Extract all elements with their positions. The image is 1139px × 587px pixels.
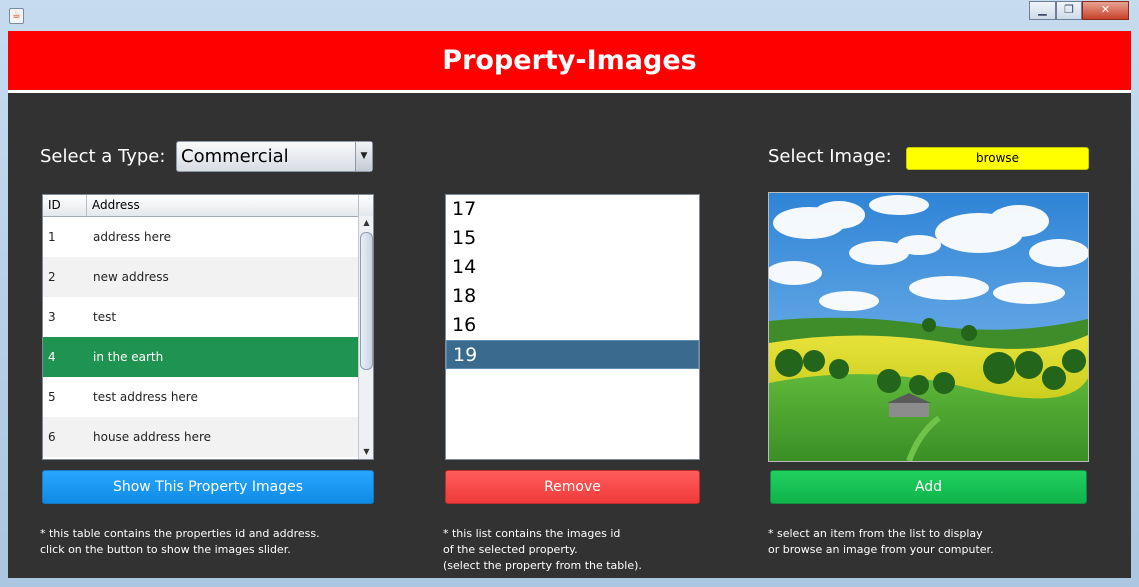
list-item-selected[interactable]: 19: [446, 340, 699, 369]
image-id-list[interactable]: 17 15 14 18 16 19: [445, 194, 700, 460]
cell-id: 1: [48, 230, 56, 244]
cell-address: in the earth: [93, 350, 164, 364]
cell-address: test: [93, 310, 117, 324]
table-header: ID Address: [43, 195, 358, 217]
image-note: * select an item from the list to displa…: [768, 527, 994, 556]
table-row[interactable]: 1 address here: [43, 217, 358, 257]
select-type-label: Select a Type:: [40, 146, 166, 167]
add-button[interactable]: Add: [770, 470, 1087, 504]
type-combobox-value: Commercial: [181, 146, 289, 167]
scroll-down-icon[interactable]: ▼: [359, 445, 373, 459]
cell-id: 2: [48, 270, 56, 284]
table-row[interactable]: 6 house address here: [43, 417, 358, 457]
browse-button[interactable]: browse: [906, 147, 1089, 170]
cell-address: house address here: [93, 430, 212, 444]
close-button[interactable]: ✕: [1082, 1, 1129, 20]
page-title: Property-Images: [442, 45, 697, 76]
select-image-label: Select Image:: [768, 146, 892, 167]
chevron-down-icon[interactable]: ▼: [355, 142, 372, 171]
type-combobox[interactable]: Commercial ▼: [176, 141, 373, 172]
app-window: ☕ ▁ ❐ ✕ Property-Images Select a Type: C…: [0, 0, 1139, 587]
table-body: 1 address here 2 new address 3 test 4 in…: [43, 217, 358, 457]
table-note: * this table contains the properties id …: [40, 527, 320, 556]
property-table[interactable]: ID Address 1 address here 2 new address …: [42, 194, 374, 460]
list-item[interactable]: 17: [446, 195, 699, 224]
list-note: * this list contains the images id of th…: [443, 527, 642, 572]
cell-address: test address here: [93, 390, 198, 404]
scroll-up-icon[interactable]: ▲: [359, 216, 373, 230]
table-scrollbar[interactable]: ▲ ▼: [358, 216, 373, 459]
header-banner: Property-Images: [8, 31, 1131, 93]
cell-address: new address: [93, 270, 169, 284]
column-header-address[interactable]: Address: [87, 195, 358, 216]
cell-id: 6: [48, 430, 56, 444]
image-preview: [768, 192, 1089, 462]
show-property-images-button[interactable]: Show This Property Images: [42, 470, 374, 504]
java-app-icon: ☕: [9, 8, 24, 24]
title-bar[interactable]: ☕ ▁ ❐ ✕: [0, 0, 1139, 30]
column-header-id[interactable]: ID: [43, 195, 87, 216]
list-item[interactable]: 18: [446, 282, 699, 311]
cell-id: 4: [48, 350, 56, 364]
cell-id: 5: [48, 390, 56, 404]
remove-button[interactable]: Remove: [445, 470, 700, 504]
list-item[interactable]: 15: [446, 224, 699, 253]
scrollbar-thumb[interactable]: [360, 232, 373, 370]
table-row[interactable]: 2 new address: [43, 257, 358, 297]
table-row[interactable]: 5 test address here: [43, 377, 358, 417]
restore-button[interactable]: ❐: [1056, 1, 1082, 20]
table-row[interactable]: 3 test: [43, 297, 358, 337]
cell-id: 3: [48, 310, 56, 324]
content-panel: Property-Images Select a Type: Commercia…: [8, 31, 1131, 578]
table-row-selected[interactable]: 4 in the earth: [43, 337, 358, 377]
minimize-button[interactable]: ▁: [1029, 1, 1056, 20]
landscape-image: [769, 193, 1088, 461]
table-header-corner: [358, 195, 373, 217]
cell-address: address here: [93, 230, 171, 244]
list-item[interactable]: 16: [446, 311, 699, 340]
list-item[interactable]: 14: [446, 253, 699, 282]
